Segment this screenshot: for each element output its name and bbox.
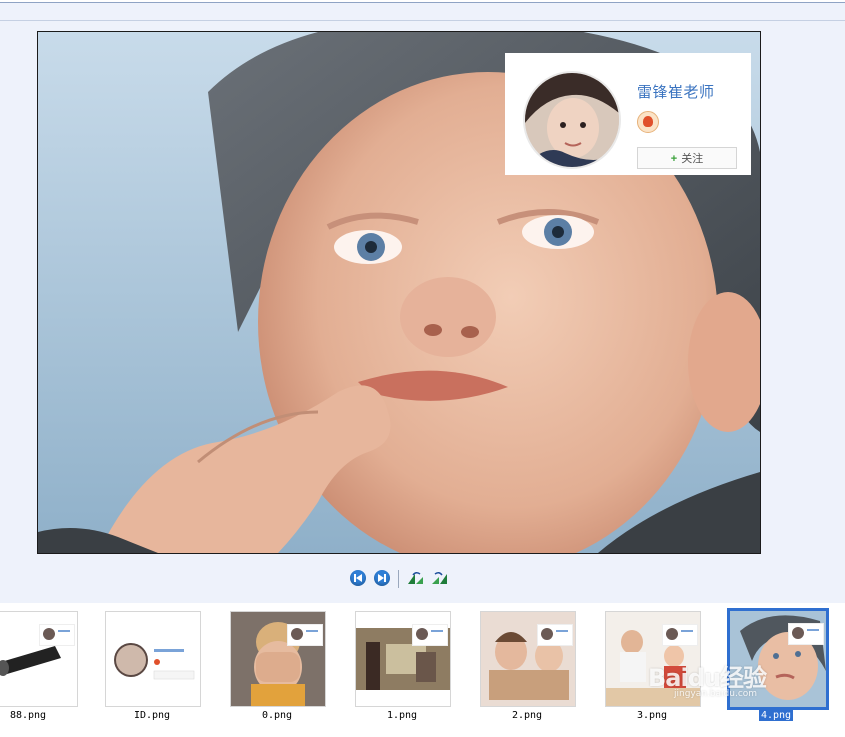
thumbnail-label: 2.png — [511, 710, 543, 721]
thumbnail-label: 0.png — [261, 710, 293, 721]
baidu-watermark: Baidu经验 jingyan.baidu.com — [648, 664, 767, 699]
profile-card: 雷锋崔老师 + 关注 — [505, 53, 751, 175]
thumbnail[interactable] — [480, 611, 576, 707]
divider — [0, 20, 845, 21]
next-icon[interactable] — [374, 570, 390, 586]
thumbnail-label: ID.png — [133, 710, 171, 721]
main-image-viewer[interactable]: 雷锋崔老师 + 关注 — [37, 31, 761, 554]
thumbnail[interactable] — [105, 611, 201, 707]
previous-icon[interactable] — [350, 570, 366, 586]
thumbnail[interactable] — [0, 611, 78, 707]
avatar[interactable] — [523, 71, 621, 169]
rotate-right-icon[interactable] — [430, 571, 448, 585]
thumbnail[interactable] — [355, 611, 451, 707]
thumbnail-label: 3.png — [636, 710, 668, 721]
thumbnail[interactable] — [230, 611, 326, 707]
profile-name[interactable]: 雷锋崔老师 — [637, 81, 715, 102]
follow-label: 关注 — [681, 153, 704, 165]
level-badge-icon — [637, 111, 659, 133]
thumbnail-label: 4.png — [758, 710, 794, 721]
rotate-left-icon[interactable] — [407, 571, 425, 585]
thumbnail-label: 1.png — [386, 710, 418, 721]
top-border — [0, 0, 845, 3]
thumbnail-label: 88.png — [9, 710, 47, 721]
plus-icon: + — [670, 153, 678, 165]
divider — [398, 570, 399, 588]
follow-button[interactable]: + 关注 — [637, 147, 737, 169]
